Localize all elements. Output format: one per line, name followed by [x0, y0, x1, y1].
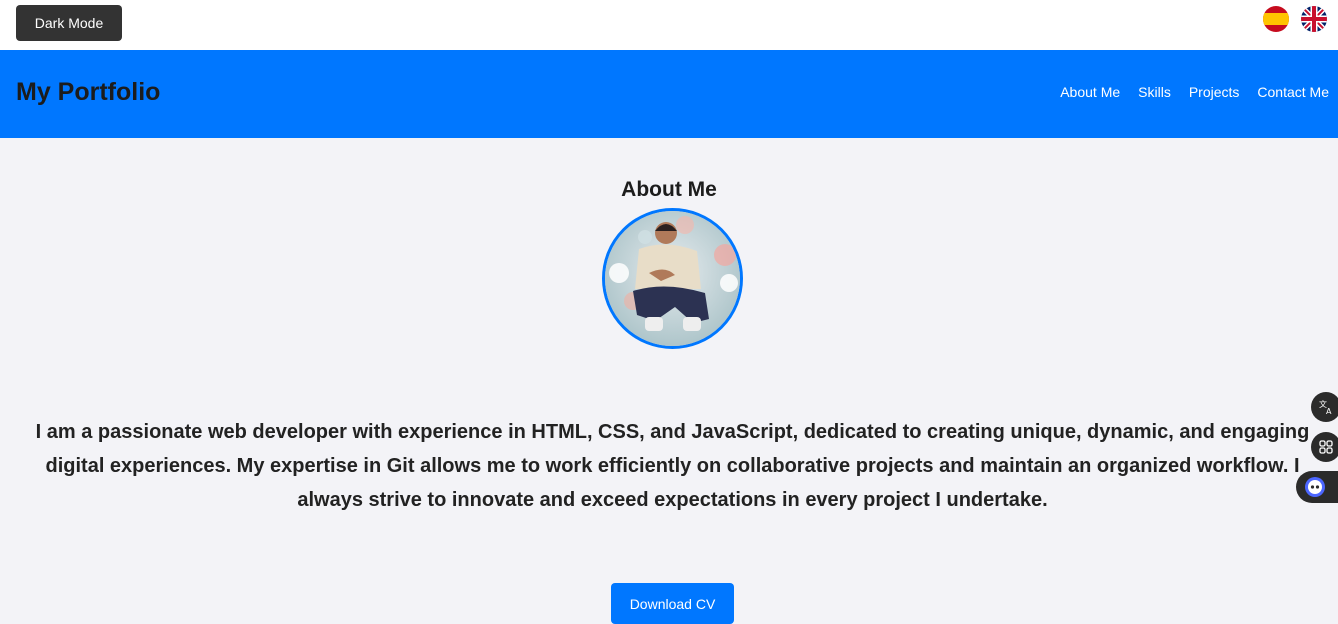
- site-brand[interactable]: My Portfolio: [16, 78, 160, 107]
- top-bar: Dark Mode: [0, 0, 1338, 50]
- nav-about-me[interactable]: About Me: [1060, 84, 1120, 100]
- about-bio: I am a passionate web developer with exp…: [35, 421, 1310, 511]
- uk-flag-icon[interactable]: [1301, 6, 1327, 32]
- assistant-bot-icon[interactable]: [1296, 471, 1338, 503]
- main-header: My Portfolio About Me Skills Projects Co…: [0, 50, 1338, 138]
- download-cv-button[interactable]: Download CV: [611, 583, 734, 624]
- main-nav: About Me Skills Projects Contact Me: [1060, 84, 1329, 100]
- nav-contact-me[interactable]: Contact Me: [1257, 84, 1329, 100]
- dark-mode-button[interactable]: Dark Mode: [16, 5, 122, 41]
- spanish-flag-icon[interactable]: [1263, 6, 1289, 32]
- about-title: About Me: [621, 178, 717, 201]
- translate-icon[interactable]: 文 A: [1311, 392, 1338, 422]
- profile-photo: [602, 208, 743, 349]
- nav-skills[interactable]: Skills: [1138, 84, 1171, 100]
- apps-grid-icon[interactable]: [1311, 432, 1338, 462]
- svg-text:A: A: [1326, 407, 1332, 415]
- nav-projects[interactable]: Projects: [1189, 84, 1240, 100]
